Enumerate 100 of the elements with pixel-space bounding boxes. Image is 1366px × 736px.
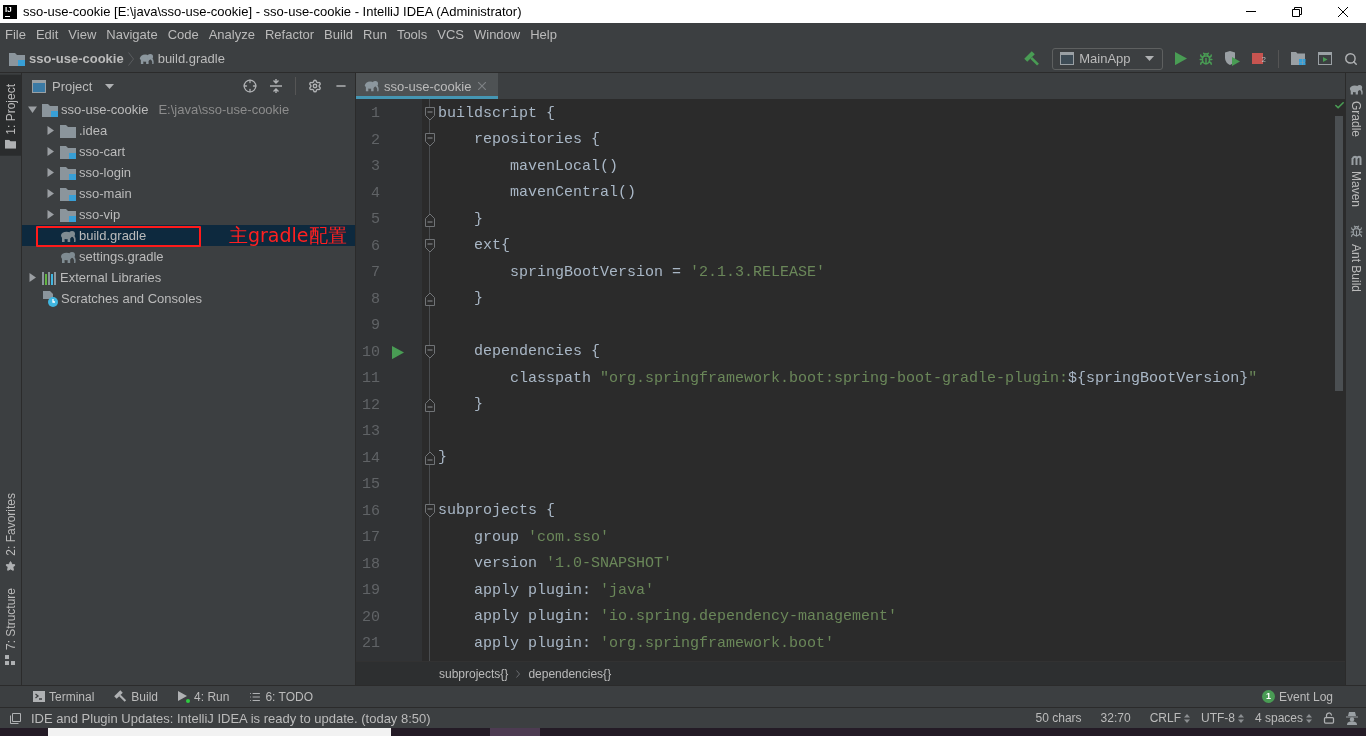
- fold-marker-icon[interactable]: [424, 292, 436, 307]
- tool-window-tab[interactable]: Gradle: [1346, 81, 1366, 140]
- fold-marker-icon[interactable]: [424, 398, 436, 413]
- tree-item[interactable]: settings.gradle: [22, 246, 355, 267]
- run-config-dropdown[interactable]: MainApp: [1052, 47, 1163, 70]
- blocks-icon: [5, 655, 16, 665]
- tool-window-tab[interactable]: 7: Structure: [0, 578, 21, 672]
- triangle-down-icon[interactable]: [27, 105, 37, 114]
- tree-item[interactable]: sso-main: [22, 183, 355, 204]
- fold-marker-icon[interactable]: [424, 133, 436, 148]
- menu-item[interactable]: VCS: [432, 23, 469, 45]
- lock-open-icon[interactable]: [1323, 712, 1335, 724]
- menu-item[interactable]: Run: [358, 23, 392, 45]
- tool-window-button[interactable]: Terminal: [33, 689, 95, 704]
- tool-window-tab[interactable]: 1: Project: [0, 75, 21, 156]
- folder-icon: [60, 144, 76, 159]
- search-icon[interactable]: [1344, 51, 1358, 66]
- close-icon[interactable]: [478, 82, 487, 90]
- fold-marker-icon[interactable]: [424, 504, 436, 519]
- settings-icon[interactable]: [308, 79, 322, 93]
- view-selector[interactable]: Project: [32, 78, 115, 94]
- tree-item[interactable]: sso-vip: [22, 204, 355, 225]
- code-line: ext{: [474, 236, 511, 257]
- triangle-right-icon[interactable]: [45, 189, 55, 198]
- elephant-icon: [60, 250, 76, 263]
- code-line: mavenCentral(): [510, 183, 637, 204]
- menu-item[interactable]: Refactor: [259, 23, 320, 45]
- status-selector[interactable]: 4 spaces: [1254, 711, 1312, 725]
- collapse-icon[interactable]: [269, 79, 283, 93]
- tool-window-button[interactable]: 6: TODO: [249, 689, 313, 704]
- status-selector[interactable]: CRLF: [1149, 711, 1190, 725]
- star-icon: [5, 560, 16, 572]
- code-line: apply plugin: 'org.springframework.boot': [474, 633, 835, 654]
- bug-icon[interactable]: [1198, 51, 1213, 66]
- tree-item[interactable]: sso-login: [22, 162, 355, 183]
- elephant-icon: [1349, 84, 1363, 95]
- tool-window-tab[interactable]: 2: Favorites: [0, 484, 21, 579]
- breadcrumb-item[interactable]: sso-use-cookie: [9, 51, 124, 66]
- folder-icon: [60, 186, 76, 201]
- fold-marker-icon[interactable]: [424, 106, 436, 121]
- tree-item[interactable]: sso-use-cookie E:\java\sso-use-cookie: [22, 99, 355, 120]
- fold-marker-icon[interactable]: [424, 345, 436, 360]
- play-icon: [178, 690, 191, 703]
- menu-item[interactable]: Code: [162, 23, 204, 45]
- updown-arrows-icon: [1183, 713, 1190, 723]
- bars-icon: [42, 270, 57, 285]
- person-icon[interactable]: [1346, 711, 1358, 725]
- hammer-icon[interactable]: [1024, 50, 1041, 67]
- code-line: }: [438, 448, 447, 469]
- tool-window-tab[interactable]: Ant Build: [1346, 221, 1366, 295]
- folder-icon: [60, 123, 76, 138]
- breadcrumb-item[interactable]: subprojects{}: [439, 666, 509, 681]
- fold-marker-icon[interactable]: [424, 451, 436, 466]
- editor-tab[interactable]: sso-use-cookie: [356, 73, 499, 99]
- menu-item[interactable]: Navigate: [101, 23, 163, 45]
- menu-item[interactable]: Build: [319, 23, 358, 45]
- menu-item[interactable]: Help: [525, 23, 562, 45]
- folder-grid-icon[interactable]: [1291, 52, 1306, 65]
- tool-window-button[interactable]: Build: [114, 689, 159, 704]
- tool-window-button[interactable]: 4: Run: [178, 689, 230, 704]
- code-line: }: [474, 209, 484, 230]
- squares-icon[interactable]: [10, 712, 21, 724]
- menu-item[interactable]: View: [63, 23, 102, 45]
- list-icon: [249, 690, 262, 703]
- window-play-icon[interactable]: [1318, 52, 1332, 65]
- tree-item[interactable]: External Libraries: [22, 267, 355, 288]
- tree-item[interactable]: sso-cart: [22, 141, 355, 162]
- crosshair-icon[interactable]: [243, 79, 257, 93]
- updown-arrows-icon: [1237, 713, 1244, 723]
- play-icon[interactable]: [1174, 51, 1187, 66]
- fold-marker-icon[interactable]: [424, 212, 436, 227]
- status-selector[interactable]: UTF-8: [1200, 711, 1244, 725]
- triangle-right-icon[interactable]: [27, 273, 37, 282]
- fold-marker-icon[interactable]: [424, 239, 436, 254]
- folder-icon: [60, 165, 76, 180]
- triangle-right-icon[interactable]: [45, 126, 55, 135]
- menu-item[interactable]: Tools: [391, 23, 433, 45]
- breadcrumb-item[interactable]: dependencies{}: [528, 666, 612, 681]
- menu-item[interactable]: Edit: [30, 23, 64, 45]
- scrollbar-thumb[interactable]: [1335, 116, 1343, 391]
- event-log-button[interactable]: 1 Event Log: [1261, 689, 1333, 704]
- path-label: E:\java\sso-use-cookie: [158, 102, 290, 117]
- triangle-right-icon[interactable]: [45, 147, 55, 156]
- code-line: mavenLocal(): [510, 156, 619, 177]
- play-icon[interactable]: [392, 345, 404, 359]
- breadcrumb-item[interactable]: build.gradle: [138, 51, 225, 66]
- tree-item[interactable]: Scratches and Consoles: [22, 288, 355, 309]
- taskbar-tile[interactable]: [490, 728, 540, 736]
- triangle-right-icon[interactable]: [45, 210, 55, 219]
- tree-item[interactable]: .idea: [22, 120, 355, 141]
- triangle-right-icon[interactable]: [45, 168, 55, 177]
- shield-play-icon[interactable]: [1224, 51, 1240, 66]
- code-line: repositories {: [474, 130, 601, 151]
- menu-item[interactable]: File: [0, 23, 31, 45]
- menu-item[interactable]: Analyze: [203, 23, 260, 45]
- tool-window-tab[interactable]: Maven: [1346, 151, 1366, 210]
- document-clock-icon: [42, 290, 58, 307]
- check-icon: [1333, 100, 1345, 111]
- taskbar-tile[interactable]: [48, 728, 391, 736]
- menu-item[interactable]: Window: [468, 23, 526, 45]
